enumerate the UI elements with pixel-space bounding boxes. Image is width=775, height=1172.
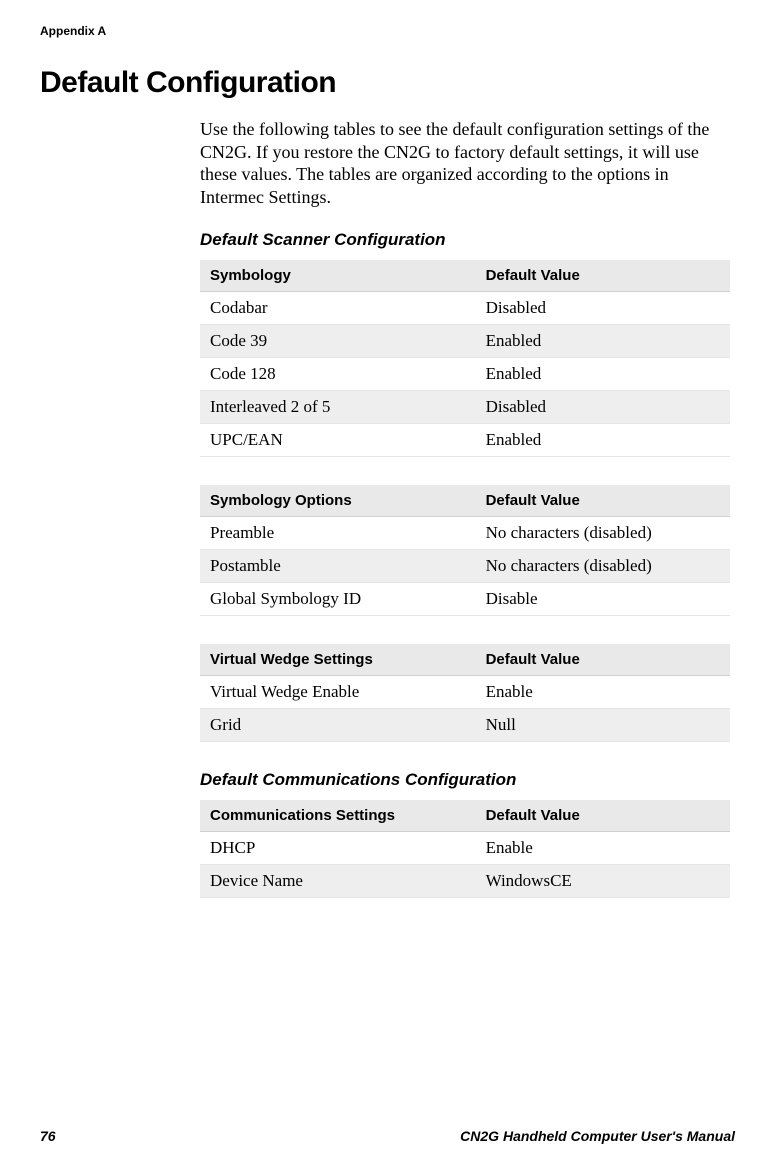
intro-paragraph: Use the following tables to see the defa… (200, 118, 730, 208)
cell: Enable (476, 676, 730, 709)
virtual-wedge-table: Virtual Wedge Settings Default Value Vir… (200, 644, 730, 742)
table-row: Grid Null (200, 709, 730, 742)
table-row: Codabar Disabled (200, 292, 730, 325)
cell: Disabled (476, 391, 730, 424)
table-header: Default Value (476, 800, 730, 832)
cell: No characters (disabled) (476, 517, 730, 550)
cell: No characters (disabled) (476, 550, 730, 583)
table-row: Code 128 Enabled (200, 358, 730, 391)
page-title: Default Configuration (40, 66, 735, 100)
communications-table: Communications Settings Default Value DH… (200, 800, 730, 898)
page-number: 76 (40, 1128, 56, 1144)
cell: Postamble (200, 550, 476, 583)
table-row: Code 39 Enabled (200, 325, 730, 358)
table-header: Symbology Options (200, 485, 476, 517)
cell: WindowsCE (476, 865, 730, 898)
symbology-options-table: Symbology Options Default Value Preamble… (200, 485, 730, 616)
table-row: Preamble No characters (disabled) (200, 517, 730, 550)
cell: Enabled (476, 424, 730, 457)
table-row: Interleaved 2 of 5 Disabled (200, 391, 730, 424)
section-comm-heading: Default Communications Configuration (200, 770, 730, 790)
cell: Code 128 (200, 358, 476, 391)
cell: DHCP (200, 832, 476, 865)
cell: Interleaved 2 of 5 (200, 391, 476, 424)
section-scanner-heading: Default Scanner Configuration (200, 230, 730, 250)
cell: Device Name (200, 865, 476, 898)
cell: Codabar (200, 292, 476, 325)
cell: Code 39 (200, 325, 476, 358)
cell: Enabled (476, 358, 730, 391)
cell: Disable (476, 583, 730, 616)
table-header: Default Value (476, 644, 730, 676)
cell: Virtual Wedge Enable (200, 676, 476, 709)
table-row: UPC/EAN Enabled (200, 424, 730, 457)
cell: Grid (200, 709, 476, 742)
symbology-table: Symbology Default Value Codabar Disabled… (200, 260, 730, 457)
table-row: DHCP Enable (200, 832, 730, 865)
cell: UPC/EAN (200, 424, 476, 457)
cell: Disabled (476, 292, 730, 325)
doc-title: CN2G Handheld Computer User's Manual (460, 1128, 735, 1144)
cell: Enable (476, 832, 730, 865)
table-row: Postamble No characters (disabled) (200, 550, 730, 583)
table-row: Global Symbology ID Disable (200, 583, 730, 616)
table-header: Default Value (476, 260, 730, 292)
cell: Preamble (200, 517, 476, 550)
cell: Enabled (476, 325, 730, 358)
table-row: Device Name WindowsCE (200, 865, 730, 898)
table-header: Default Value (476, 485, 730, 517)
table-header: Communications Settings (200, 800, 476, 832)
running-head: Appendix A (40, 24, 735, 38)
table-row: Virtual Wedge Enable Enable (200, 676, 730, 709)
page-footer: 76 CN2G Handheld Computer User's Manual (40, 1128, 735, 1144)
cell: Global Symbology ID (200, 583, 476, 616)
cell: Null (476, 709, 730, 742)
table-header: Virtual Wedge Settings (200, 644, 476, 676)
table-header: Symbology (200, 260, 476, 292)
